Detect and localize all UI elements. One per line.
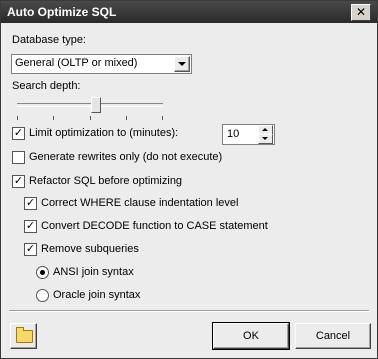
slider-tick: [53, 116, 54, 120]
dialog-window: Auto Optimize SQL ✕ Database type: Gener…: [0, 0, 378, 359]
convert-decode-label: Convert DECODE function to CASE statemen…: [41, 220, 268, 232]
refactor-checkbox[interactable]: ✓: [12, 175, 25, 188]
generate-rewrites-checkbox[interactable]: [12, 151, 25, 164]
limit-minutes-value: 10: [227, 128, 240, 140]
database-type-select[interactable]: General (OLTP or mixed): [11, 54, 192, 74]
database-type-value: General (OLTP or mixed): [15, 57, 138, 69]
limit-checkbox[interactable]: ✓: [12, 127, 25, 140]
correct-where-label: Correct WHERE clause indentation level: [41, 197, 239, 209]
window-title: Auto Optimize SQL: [7, 5, 117, 19]
slider-tick: [90, 116, 91, 120]
generate-rewrites-label: Generate rewrites only (do not execute): [29, 151, 223, 163]
limit-label: Limit optimization to (minutes):: [29, 127, 179, 139]
remove-subqueries-label: Remove subqueries: [41, 243, 139, 255]
ok-button[interactable]: OK: [212, 322, 290, 350]
slider-tick: [17, 116, 18, 120]
refactor-label: Refactor SQL before optimizing: [29, 175, 183, 187]
remove-subqueries-checkbox[interactable]: ✓: [24, 243, 37, 256]
open-folder-button[interactable]: [10, 323, 37, 349]
chevron-down-icon: [178, 62, 186, 66]
cancel-button[interactable]: Cancel: [295, 323, 371, 349]
oracle-join-radio[interactable]: [36, 289, 49, 302]
folder-open-icon: [16, 327, 33, 343]
chevron-up-icon: [262, 128, 268, 131]
ansi-join-radio[interactable]: [36, 266, 49, 279]
database-type-label: Database type:: [12, 34, 86, 46]
spin-down-button[interactable]: [258, 134, 273, 144]
slider-tick: [162, 116, 163, 120]
slider-thumb[interactable]: [90, 97, 101, 113]
search-depth-label: Search depth:: [12, 80, 81, 92]
slider-tick: [126, 116, 127, 120]
ansi-join-label: ANSI join syntax: [53, 266, 134, 278]
chevron-down-icon: [262, 137, 268, 140]
search-depth-slider[interactable]: [11, 97, 167, 121]
convert-decode-checkbox[interactable]: ✓: [24, 220, 37, 233]
dropdown-button[interactable]: [174, 56, 190, 72]
oracle-join-label: Oracle join syntax: [53, 289, 141, 301]
title-bar[interactable]: Auto Optimize SQL ✕: [1, 1, 377, 23]
limit-minutes-spinner[interactable]: 10: [222, 124, 275, 145]
close-icon[interactable]: ✕: [351, 4, 371, 21]
correct-where-checkbox[interactable]: ✓: [24, 197, 37, 210]
divider: [9, 310, 369, 312]
